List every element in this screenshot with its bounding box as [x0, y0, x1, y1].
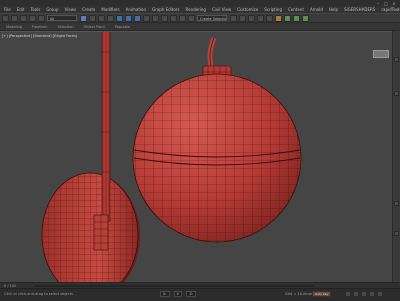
menu-customize[interactable]: Customize	[237, 7, 258, 12]
scale-button[interactable]	[134, 14, 141, 22]
undo-button[interactable]	[2, 14, 9, 22]
move-button[interactable]	[116, 14, 123, 22]
schematic-view-button[interactable]	[266, 14, 273, 22]
main-toolbar: All Create Selection Set	[0, 13, 400, 23]
playback-controls	[345, 291, 383, 297]
render-button[interactable]	[302, 14, 309, 22]
pivot-center-button[interactable]	[161, 14, 168, 22]
auto-key-button[interactable]: Auto Key	[312, 291, 332, 297]
viewcube[interactable]	[373, 50, 389, 58]
y-coordinate-field[interactable]: Y:	[173, 291, 183, 297]
menu-scripting[interactable]: Scripting	[264, 7, 282, 12]
app-window: – □ × File Edit Tools Group Views Create…	[0, 0, 400, 301]
create-panel-button[interactable]	[394, 57, 399, 62]
percent-snap-button[interactable]	[188, 14, 195, 22]
tab-object-paint[interactable]: Object Paint	[84, 25, 105, 29]
mirror-button[interactable]	[230, 14, 237, 22]
menu-help[interactable]: Help	[329, 7, 338, 12]
tab-selection[interactable]: Selection	[58, 25, 74, 29]
snap-toggle-button[interactable]	[170, 14, 177, 22]
menu-group[interactable]: Group	[46, 7, 58, 12]
hierarchy-panel-button[interactable]	[394, 201, 399, 206]
bind-spacewarp-button[interactable]	[38, 14, 45, 22]
menu-create[interactable]: Create	[82, 7, 95, 12]
maximize-button[interactable]: □	[384, 1, 388, 5]
prev-frame-icon[interactable]	[353, 291, 359, 297]
rotate-button[interactable]	[125, 14, 132, 22]
modify-panel-button[interactable]	[394, 91, 399, 96]
tab-modeling[interactable]: Modeling	[6, 25, 22, 29]
z-coordinate-field[interactable]: Z:	[186, 291, 197, 297]
play-icon[interactable]	[361, 291, 367, 297]
minimize-button[interactable]: –	[376, 1, 380, 5]
render-setup-button[interactable]	[284, 14, 291, 22]
goto-end-icon[interactable]	[377, 291, 383, 297]
select-by-name-button[interactable]	[89, 14, 96, 22]
redo-button[interactable]	[11, 14, 18, 22]
wall-plate[interactable]	[40, 172, 140, 283]
coordinate-fields: X: Y: Z:	[160, 291, 197, 297]
link-button[interactable]	[20, 14, 27, 22]
selection-region-button[interactable]	[98, 14, 105, 22]
command-panel-strip	[392, 31, 400, 282]
material-editor-button[interactable]	[275, 14, 282, 22]
menu-modifiers[interactable]: Modifiers	[101, 7, 119, 12]
rendered-frame-button[interactable]	[293, 14, 300, 22]
grid-readout: Grid = 10.0mm	[285, 292, 313, 296]
menu-bar: File Edit Tools Group Views Create Modif…	[0, 6, 400, 13]
viewport-label[interactable]: [+] [Perspective] [Standard] [Edged Face…	[2, 34, 77, 38]
unlink-button[interactable]	[29, 14, 36, 22]
close-button[interactable]: ×	[392, 1, 396, 5]
menu-content[interactable]: Content	[288, 7, 304, 12]
status-bar: Click or click-and-drag to select object…	[0, 288, 400, 301]
named-selection-dropdown[interactable]: Create Selection Set	[197, 15, 227, 21]
tab-freeform[interactable]: Freeform	[32, 25, 48, 29]
menu-sigershaders[interactable]: SIGERSHADERS	[344, 7, 375, 12]
layer-explorer-button[interactable]	[248, 14, 255, 22]
menu-tools[interactable]: Tools	[30, 7, 40, 12]
window-crossing-button[interactable]	[107, 14, 114, 22]
viewport-scene	[40, 32, 302, 283]
menu-edit[interactable]: Edit	[17, 7, 25, 12]
x-coordinate-field[interactable]: X:	[160, 291, 170, 297]
reference-coordinate-button[interactable]	[152, 14, 159, 22]
curve-editor-button[interactable]	[257, 14, 264, 22]
time-slider-track[interactable]	[34, 285, 314, 287]
menu-rendering[interactable]: Rendering	[186, 7, 206, 12]
display-panel-button[interactable]	[394, 231, 399, 236]
angle-snap-button[interactable]	[179, 14, 186, 22]
menu-file[interactable]: File	[4, 7, 11, 12]
vertical-rod[interactable]	[93, 32, 111, 251]
selection-filter-dropdown[interactable]: All	[47, 15, 77, 21]
menu-arnold[interactable]: Arnold	[310, 7, 323, 12]
perspective-viewport[interactable]: [+] [Perspective] [Standard] [Edged Face…	[0, 31, 394, 283]
tab-populate[interactable]: Populate	[115, 25, 130, 29]
next-frame-icon[interactable]	[369, 291, 375, 297]
status-prompt: Click or click-and-drag to select object…	[4, 292, 73, 296]
menu-civil-view[interactable]: Civil View	[212, 7, 231, 12]
placement-button[interactable]	[143, 14, 150, 22]
ribbon: Modeling Freeform Selection Object Paint…	[0, 23, 400, 31]
menu-rapidtools[interactable]: rapidTools	[381, 7, 400, 12]
menu-views[interactable]: Views	[65, 7, 77, 12]
align-button[interactable]	[239, 14, 246, 22]
select-object-button[interactable]	[80, 14, 87, 22]
menu-animation[interactable]: Animation	[126, 7, 146, 12]
sphere-bulb[interactable]	[132, 73, 302, 243]
goto-start-icon[interactable]	[345, 291, 351, 297]
menu-graph-editors[interactable]: Graph Editors	[152, 7, 179, 12]
